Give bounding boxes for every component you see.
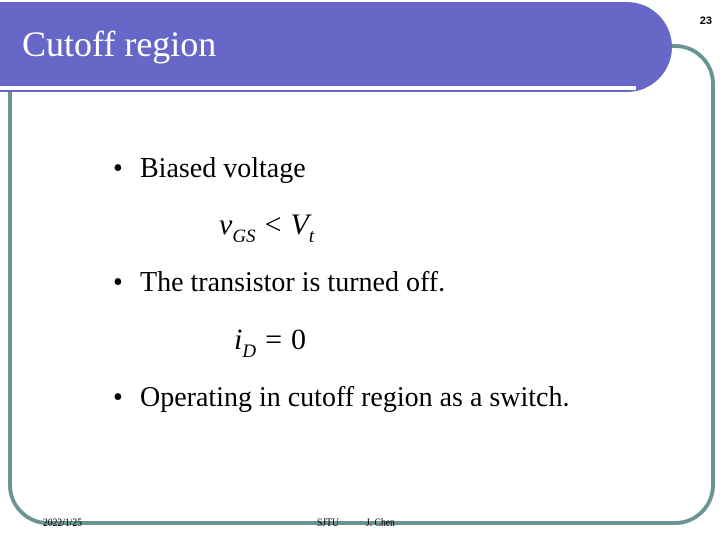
title-bar: Cutoff region	[0, 2, 672, 92]
footer-author: J. Chen	[366, 515, 395, 529]
bullet-item: • Operating in cutoff region as a switch…	[113, 381, 569, 415]
footer-date: 2022/1/25	[43, 515, 82, 529]
eq-var: v	[219, 208, 233, 241]
bullet-marker: •	[113, 267, 123, 298]
eq-operator: <	[264, 208, 282, 241]
equation-id-equals-zero: iD = 0	[234, 322, 306, 370]
title-underline	[0, 86, 636, 90]
page-number: 23	[699, 15, 712, 27]
bullet-item: • Biased voltage	[113, 152, 306, 186]
bullet-marker: •	[113, 382, 123, 413]
eq-subscript: D	[242, 341, 257, 362]
eq-subscript: GS	[232, 226, 256, 247]
bullet-marker: •	[113, 153, 123, 184]
eq-var: V	[290, 208, 309, 241]
footer-institution: SJTU	[317, 515, 339, 529]
bullet-text: Biased voltage	[140, 153, 306, 184]
slide-title: Cutoff region	[22, 24, 217, 64]
eq-subscript: t	[308, 226, 315, 247]
bullet-text: Operating in cutoff region as a switch.	[140, 382, 570, 413]
bullet-item: • The transistor is turned off.	[113, 266, 445, 300]
eq-value: 0	[291, 323, 306, 356]
equation-vgs-less-than-vt: vGS < Vt	[219, 207, 314, 255]
eq-operator: =	[265, 323, 282, 356]
bullet-text: The transistor is turned off.	[140, 267, 446, 298]
